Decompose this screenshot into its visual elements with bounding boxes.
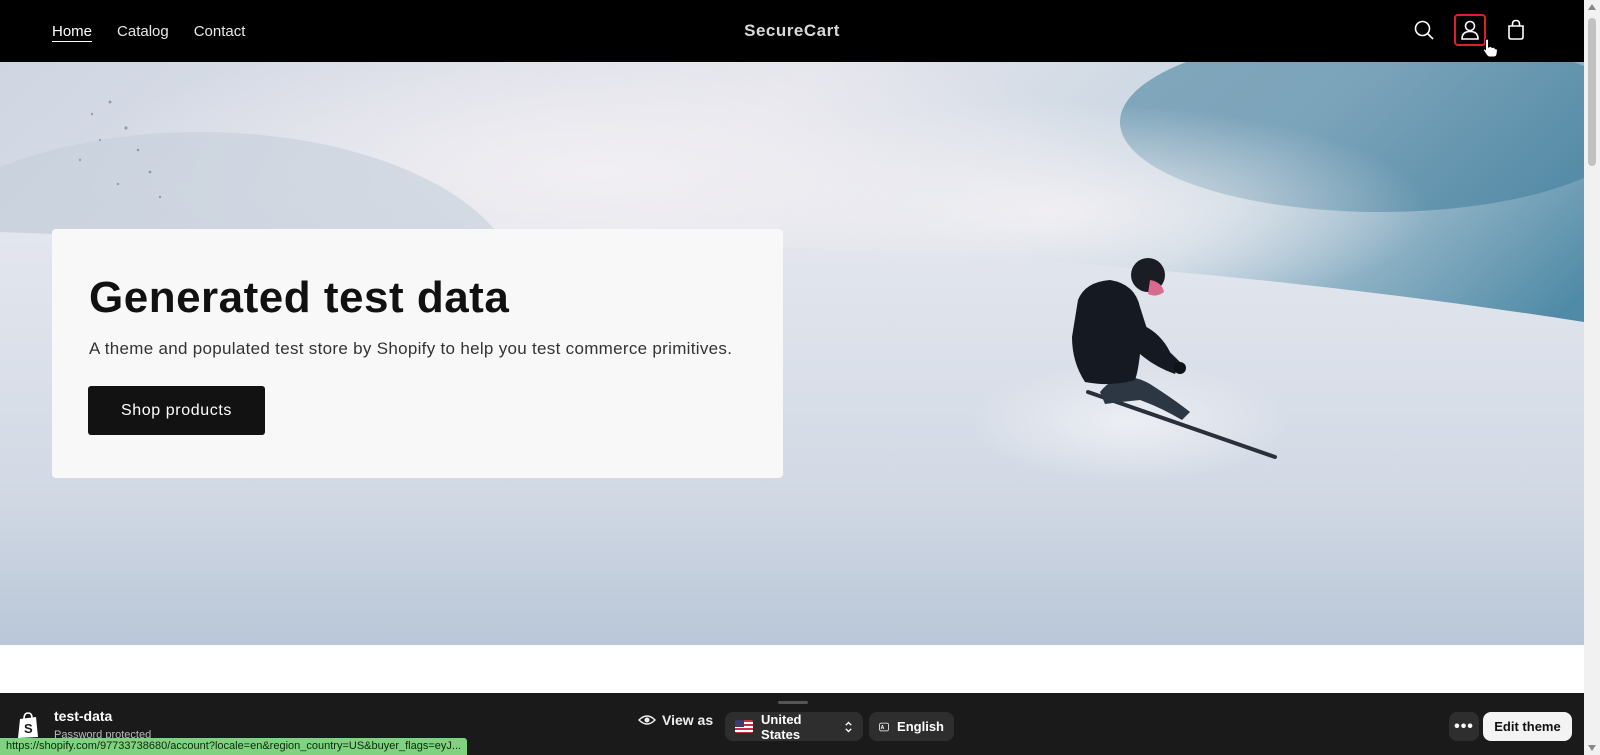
svg-text:A: A <box>881 724 885 730</box>
pointer-cursor-icon <box>1482 38 1498 58</box>
search-button[interactable] <box>1408 14 1440 46</box>
scroll-thumb[interactable] <box>1588 18 1596 166</box>
nav-home-link[interactable]: Home <box>52 23 92 40</box>
scroll-down-arrow-icon[interactable] <box>1588 745 1596 751</box>
account-icon <box>1461 20 1479 40</box>
translate-icon: A <box>879 722 889 731</box>
shopify-bag-icon: S <box>18 712 38 738</box>
nav-catalog-link[interactable]: Catalog <box>117 23 169 40</box>
eye-icon <box>638 715 656 725</box>
store-name: test-data <box>54 708 113 724</box>
nav-contact-link[interactable]: Contact <box>194 23 246 40</box>
edit-theme-button[interactable]: Edit theme <box>1483 712 1572 741</box>
view-as: View as <box>638 711 713 729</box>
cart-button[interactable] <box>1500 14 1532 46</box>
drag-handle[interactable] <box>778 701 808 704</box>
link-url-status: https://shopify.com/97733738680/account?… <box>0 738 468 755</box>
country-selector[interactable]: United States <box>725 711 863 742</box>
language-label: English <box>897 719 944 734</box>
hero-content-card: Generated test data A theme and populate… <box>52 229 783 478</box>
page: Home Catalog Contact SecureCart Generate… <box>0 0 1600 755</box>
hero-banner: Generated test data A theme and populate… <box>0 62 1584 645</box>
site-header: Home Catalog Contact SecureCart <box>0 0 1584 62</box>
view-as-label: View as <box>662 712 714 728</box>
shop-products-button[interactable]: Shop products <box>88 386 265 435</box>
header-icons <box>1408 14 1532 46</box>
chevron-up-down-icon <box>845 721 852 732</box>
hero-title: Generated test data <box>89 273 510 322</box>
page-scrollbar[interactable] <box>1584 0 1600 755</box>
search-icon <box>1414 20 1434 40</box>
language-selector[interactable]: A English <box>869 712 954 741</box>
more-options-button[interactable]: ••• <box>1449 712 1479 741</box>
country-label: United States <box>761 711 802 742</box>
scroll-up-arrow-icon[interactable] <box>1588 4 1596 10</box>
svg-text:S: S <box>24 721 33 736</box>
main-nav: Home Catalog Contact <box>52 0 245 62</box>
cart-icon <box>1508 19 1524 40</box>
hero-description: A theme and populated test store by Shop… <box>89 339 733 358</box>
us-flag-icon <box>735 720 754 733</box>
